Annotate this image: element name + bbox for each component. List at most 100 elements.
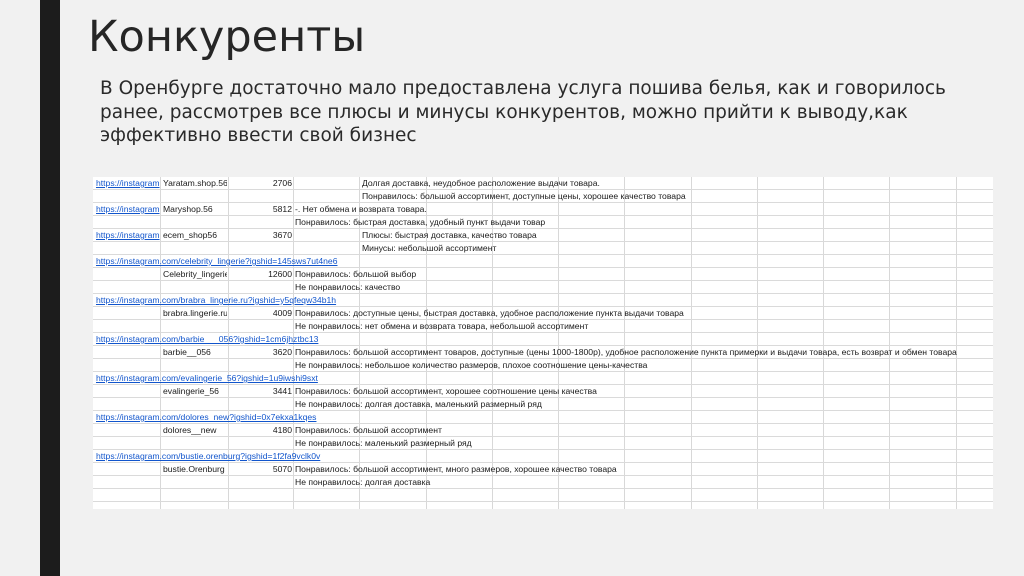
comment-cell: Долгая доставка, неудобное расположение …	[362, 178, 600, 188]
shop-name-cell	[163, 372, 227, 384]
comment-cell: Не понравилось: нет обмена и возврата то…	[295, 321, 589, 331]
instagram-link-cell[interactable]	[96, 268, 160, 280]
shop-name-cell	[163, 216, 227, 228]
comment-cell: Не понравилось: маленький размерный ряд	[295, 438, 472, 448]
comment-cell: Понравилось: большой ассортимент, много …	[295, 464, 617, 474]
comment-cell: Понравилось: быстрая доставка, удобный п…	[295, 217, 546, 227]
followers-cell	[230, 190, 292, 202]
table-row: dolores__new 4180 Понравилось: большой асс…	[93, 424, 993, 437]
table-row: https://instagram.com/evalingerie_56?igs…	[93, 372, 993, 385]
followers-cell	[230, 320, 292, 332]
table-row: Не понравилось: маленький размерный ряд	[93, 437, 993, 450]
table-row: Понравилось: большой ассортимент, доступ…	[93, 190, 993, 203]
shop-name-cell: Maryshop.56	[163, 204, 213, 214]
table-row: Не понравилось: нет обмена и возврата то…	[93, 320, 993, 333]
instagram-link-cell[interactable]: https://instagram	[96, 203, 160, 215]
table-row: https://instagram ecem_shop56 3670 Плюсы: б…	[93, 229, 993, 242]
shop-name-cell	[163, 255, 227, 267]
shop-name-cell: brabra.lingerie.ru	[163, 308, 227, 318]
followers-cell	[230, 489, 292, 501]
table-row: Не понравилось: долгая доставка, маленьк…	[93, 398, 993, 411]
followers-cell: 3670	[272, 230, 292, 240]
followers-cell	[230, 450, 292, 462]
followers-cell: 2706	[272, 178, 292, 188]
comment-cell: Понравилось: доступные цены, быстрая дос…	[295, 308, 684, 318]
competitor-spreadsheet: https://instagram Yaratam.shop.56 2706 Долг…	[93, 177, 993, 509]
table-row: Понравилось: быстрая доставка, удобный п…	[93, 216, 993, 229]
followers-cell: 3620	[272, 347, 292, 357]
comment-cell: Понравилось: большой ассортимент	[295, 425, 442, 435]
slide-intro-text: В Оренбурге достаточно мало предоставлен…	[100, 78, 946, 146]
comment-cell: -. Нет обмена и возврата товара.	[295, 204, 427, 214]
table-row: https://instagram.com/brabra_lingerie.ru…	[93, 294, 993, 307]
shop-name-cell	[163, 450, 227, 462]
shop-name-cell	[163, 437, 227, 449]
comment-cell: Плюсы: быстрая доставка, качество товара	[362, 230, 537, 240]
left-accent-bar	[40, 0, 60, 576]
shop-name-cell: evalingerie_56	[163, 386, 219, 396]
instagram-link-cell[interactable]	[96, 385, 160, 397]
shop-name-cell	[163, 190, 227, 202]
instagram-link-cell[interactable]: https://instagram	[96, 229, 160, 241]
table-row: evalingerie_56 3441 Понравилось: большой а…	[93, 385, 993, 398]
comment-cell: Минусы: небольшой ассортимент	[362, 243, 497, 253]
table-row: barbie__056 3620 Понравилось: большой ассо…	[93, 346, 993, 359]
followers-cell	[230, 411, 292, 423]
shop-name-cell: barbie__056	[163, 347, 211, 357]
table-row: Celebrity_lingerie 12600 Понравилось: боль…	[93, 268, 993, 281]
followers-cell: 4180	[272, 425, 292, 435]
followers-cell	[230, 476, 292, 488]
followers-cell	[230, 398, 292, 410]
shop-name-cell	[163, 333, 227, 345]
comment-cell: Понравилось: большой выбор	[295, 269, 417, 279]
followers-cell: 5812	[272, 204, 292, 214]
shop-name-cell	[163, 242, 227, 254]
slide-title: Конкуренты	[88, 12, 366, 62]
table-row: Минусы: небольшой ассортимент	[93, 242, 993, 255]
table-row: Не понравилось: небольшое количество раз…	[93, 359, 993, 372]
comment-cell: Не понравилось: долгая доставка	[295, 477, 431, 487]
instagram-link-cell[interactable]	[96, 424, 160, 436]
instagram-link-cell[interactable]	[96, 463, 160, 475]
comment-cell: Не понравилось: небольшое количество раз…	[295, 360, 648, 370]
comment-cell: Понравилось: большой ассортимент, доступ…	[362, 191, 686, 201]
table-row: https://instagram.com/barbie___056?igshi…	[93, 333, 993, 346]
shop-name-cell	[163, 359, 227, 371]
shop-name-cell	[163, 411, 227, 423]
shop-name-cell	[163, 398, 227, 410]
shop-name-cell: Celebrity_lingerie	[163, 269, 227, 279]
table-row: bustie.Orenburg 5070 Понравилось: большой …	[93, 463, 993, 476]
table-row: Не понравилось: качество	[93, 281, 993, 294]
followers-cell: 5070	[272, 464, 292, 474]
followers-cell	[230, 372, 292, 384]
shop-name-cell	[163, 476, 227, 488]
table-row: https://instagram Yaratam.shop.56 2706 Долг…	[93, 177, 993, 190]
comment-cell: Не понравилось: долгая доставка, маленьк…	[295, 399, 542, 409]
followers-cell	[230, 437, 292, 449]
instagram-link-cell[interactable]	[96, 307, 160, 319]
table-row: Не понравилось: долгая доставка	[93, 476, 993, 489]
followers-cell: 4009	[272, 308, 292, 318]
instagram-link-cell[interactable]	[96, 346, 160, 358]
followers-cell	[230, 216, 292, 228]
shop-name-cell	[163, 294, 227, 306]
comment-cell: Понравилось: большой ассортимент товаров…	[295, 347, 957, 357]
table-row: https://instagram Maryshop.56 5812 -. Нет о…	[93, 203, 993, 216]
shop-name-cell	[163, 489, 227, 501]
table-row: https://instagram.com/celebrity_lingerie…	[93, 255, 993, 268]
comment-cell: Понравилось: большой ассортимент, хороше…	[295, 386, 597, 396]
shop-name-cell: bustie.Orenburg	[163, 464, 225, 474]
followers-cell	[230, 294, 292, 306]
shop-name-cell: dolores__new	[163, 425, 217, 435]
followers-cell: 3441	[272, 386, 292, 396]
shop-name-cell	[163, 281, 227, 293]
table-row: https://instagram.com/dolores_new?igshid…	[93, 411, 993, 424]
comment-cell: Не понравилось: качество	[295, 282, 401, 292]
followers-cell	[230, 359, 292, 371]
instagram-link-cell[interactable]: https://instagram	[96, 177, 160, 189]
followers-cell	[230, 281, 292, 293]
followers-cell	[230, 255, 292, 267]
table-row: brabra.lingerie.ru 4009 Понравилось: досту…	[93, 307, 993, 320]
followers-cell	[230, 242, 292, 254]
table-row: https://instagram.com/bustie.orenburg?ig…	[93, 450, 993, 463]
